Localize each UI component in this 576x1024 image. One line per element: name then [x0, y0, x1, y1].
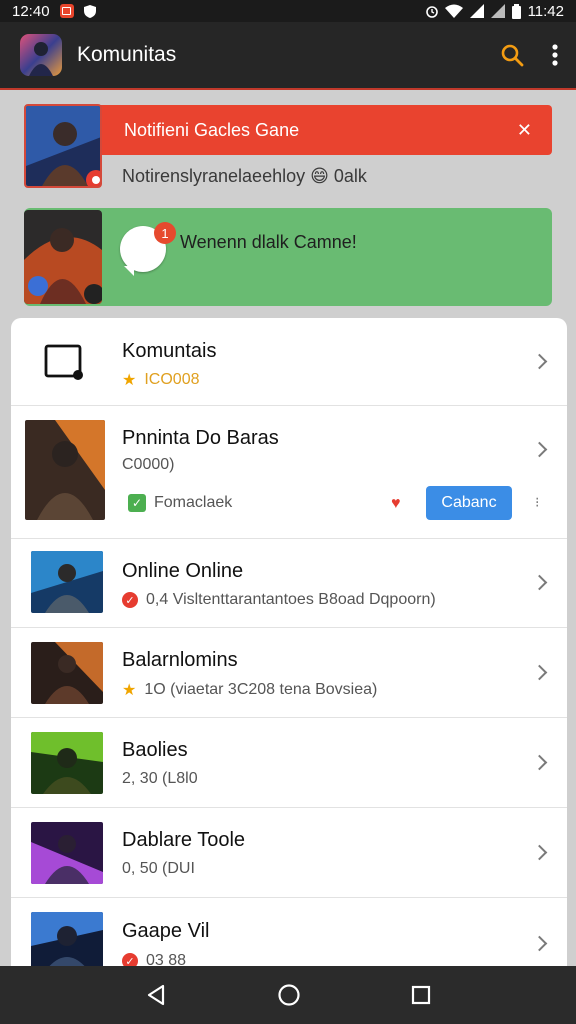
star-icon: ★: [122, 682, 137, 699]
sheet-header-row[interactable]: Komuntais ★ ICO008: [11, 318, 567, 406]
list-item[interactable]: Balarnlomins ★ 1O (viaetar 3C208 tena Bo…: [11, 628, 567, 718]
verified-icon: ✓: [122, 592, 138, 608]
more-small-icon[interactable]: ⁝: [535, 494, 539, 511]
status-time: 12:40: [12, 2, 50, 20]
notification-app-icon: [59, 4, 74, 18]
shield-icon: [83, 4, 96, 18]
item-title: Online Online: [122, 560, 244, 582]
notification-subtitle: Notirenslyranelaeehloy 😄 0alk: [122, 166, 367, 186]
notification-title: Notifieni Gacles Gane: [124, 119, 300, 140]
home-circle-icon[interactable]: [277, 983, 301, 1007]
heart-icon[interactable]: ♥: [391, 495, 401, 513]
item-meta-text: 03 88: [146, 952, 187, 966]
item-meta: ✓ 0,4 Visltenttarantantoes B8oad Dqpoorn…: [122, 591, 436, 609]
recents-square-icon[interactable]: [411, 985, 431, 1005]
item-meta-text: 0,4 Visltenttarantantoes B8oad Dqpoorn): [146, 591, 436, 608]
item-title: Baolies: [122, 739, 188, 761]
status-time-right: 11:42: [527, 2, 564, 20]
chat-banner[interactable]: 1 Wenenn dlalk Camne!: [24, 208, 552, 306]
chevron-right-icon: [531, 441, 548, 458]
featured-subtitle: C0000): [122, 456, 175, 473]
list-item[interactable]: Baolies 2, 30 (L8l0: [11, 718, 567, 808]
sheet-header-title: Komuntais: [122, 340, 217, 362]
item-title: Gaape Vil: [122, 920, 210, 942]
back-triangle-icon[interactable]: [145, 984, 167, 1006]
chat-thumbnail: [24, 210, 102, 304]
system-nav-bar: [0, 966, 576, 1024]
chat-text: Wenenn dlalk Camne!: [180, 232, 357, 252]
battery-icon: [511, 3, 521, 19]
signal-icon: [469, 4, 484, 18]
chevron-right-icon: [531, 664, 548, 681]
list-item[interactable]: Gaape Vil ✓ 03 88: [11, 898, 567, 966]
wifi-icon: [444, 4, 463, 18]
sheet-header-rating: ★ ICO008: [122, 370, 199, 390]
item-title: Balarnlomins: [122, 649, 238, 671]
list-item[interactable]: Online Online ✓ 0,4 Visltenttarantantoes…: [11, 539, 567, 628]
search-icon[interactable]: [500, 43, 524, 67]
notification-banner[interactable]: Notifieni Gacles Gane ✕ Notirenslyranela…: [24, 104, 552, 188]
list-item[interactable]: Dablare Toole 0, 50 (DUI: [11, 808, 567, 898]
page-title: Komunitas: [77, 43, 177, 66]
verified-icon: ✓: [122, 953, 138, 966]
chevron-right-icon: [531, 935, 548, 952]
signal-icon-2: [490, 4, 505, 18]
featured-tag: ✓ Fomaclaek: [128, 494, 232, 512]
featured-title: Pnninta Do Baras: [122, 427, 279, 449]
sheet-header-rating-value: ICO008: [144, 371, 200, 388]
join-button[interactable]: Cabanc: [426, 486, 512, 520]
chat-badge: 1: [154, 222, 176, 244]
community-icon: [44, 344, 83, 380]
app-bar: Komunitas: [0, 22, 576, 90]
item-thumbnail: [31, 822, 103, 884]
chevron-right-icon: [531, 844, 548, 861]
featured-row[interactable]: Pnninta Do Baras C0000) ✓ Fomaclaek ♥ Ca…: [11, 406, 567, 539]
more-vert-icon[interactable]: [552, 44, 558, 66]
item-meta: 2, 30 (L8l0: [122, 770, 198, 787]
chevron-right-icon: [531, 353, 548, 370]
chat-card: [24, 208, 552, 306]
chevron-right-icon: [531, 754, 548, 771]
item-meta: ★ 1O (viaetar 3C208 tena Bovsiea): [122, 680, 377, 700]
item-meta: 0, 50 (DUI: [122, 860, 195, 877]
item-thumbnail: [31, 732, 103, 794]
item-meta: ✓ 03 88: [122, 952, 186, 966]
tag-icon: ✓: [128, 494, 146, 512]
chevron-right-icon: [531, 574, 548, 591]
item-title: Dablare Toole: [122, 829, 246, 851]
featured-tag-label: Fomaclaek: [154, 494, 233, 511]
alarm-icon: [425, 6, 438, 18]
featured-thumbnail: [25, 420, 105, 520]
item-thumbnail: [31, 642, 103, 704]
item-meta-text: 1O (viaetar 3C208 tena Bovsiea): [144, 681, 378, 698]
status-bar: 12:40 11:42: [0, 0, 576, 22]
notification-thumbnail: [24, 104, 102, 188]
app-logo: [20, 34, 62, 76]
star-icon: ★: [122, 372, 137, 389]
item-thumbnail: [31, 912, 103, 966]
close-icon[interactable]: ✕: [517, 120, 532, 141]
item-thumbnail: [31, 551, 103, 613]
community-sheet: Komuntais ★ ICO008 Pnninta Do Baras C000…: [11, 318, 567, 966]
notification-strip: Notifieni Gacles Gane ✕: [96, 105, 552, 155]
